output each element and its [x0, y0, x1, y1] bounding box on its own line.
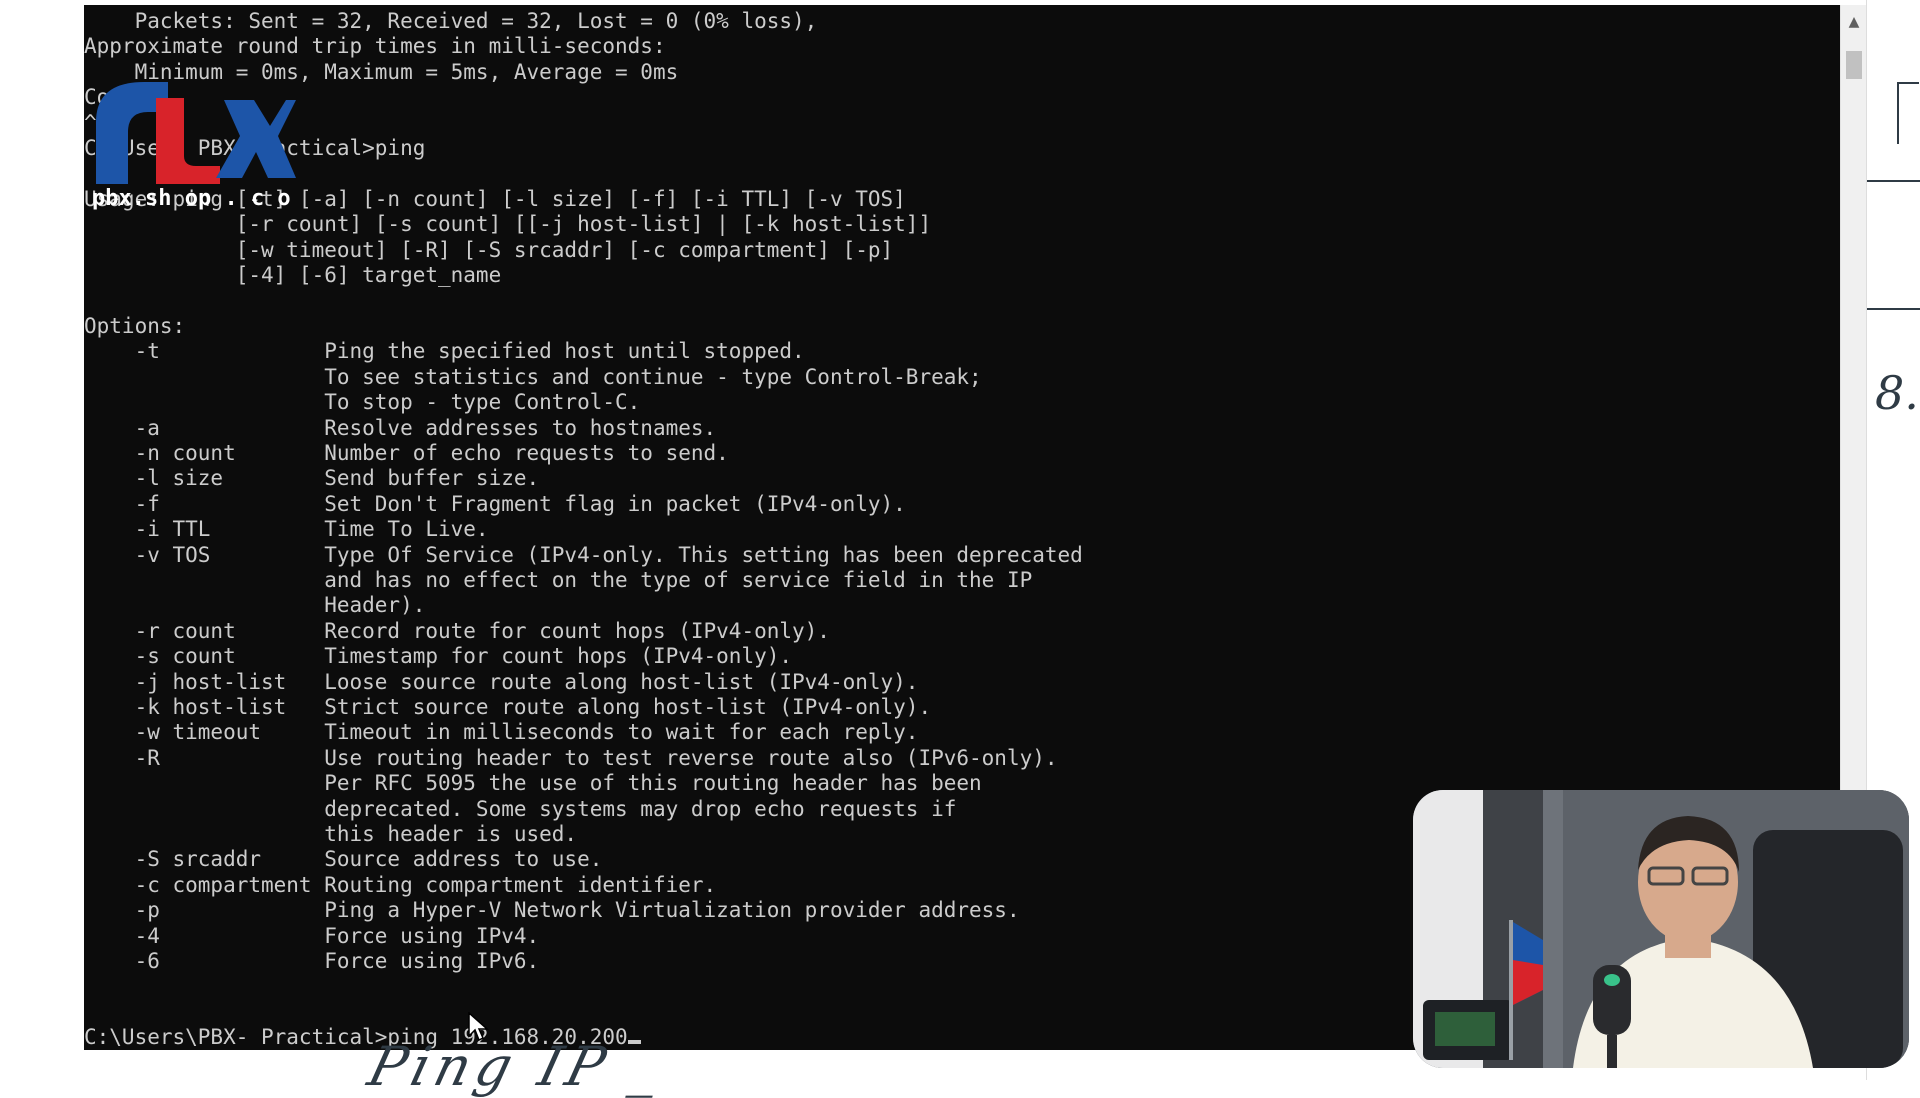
- terminal-line: this header is used.: [84, 822, 578, 846]
- terminal-line: [-w timeout] [-R] [-S srcaddr] [-c compa…: [84, 237, 894, 262]
- logo-icon: [96, 82, 296, 184]
- watermark-caption: pbx.sh op . c o: [92, 186, 291, 211]
- terminal-line: -l size Send buffer size.: [84, 466, 540, 491]
- whiteboard-line: [1867, 180, 1920, 182]
- terminal-line: -t Ping the specified host until stopped…: [84, 339, 805, 364]
- terminal-line: -6 Force using IPv6.: [84, 949, 540, 974]
- terminal-line: and has no effect on the type of service…: [84, 567, 1033, 592]
- scrollbar-thumb[interactable]: [1846, 51, 1862, 79]
- scroll-up-icon[interactable]: ▲: [1841, 9, 1867, 35]
- terminal-line: -k host-list Strict source route along h…: [84, 694, 932, 719]
- terminal-line: Approximate round trip times in milli-se…: [84, 34, 666, 59]
- terminal-line: -v TOS Type Of Service (IPv4-only. This …: [84, 542, 1083, 567]
- terminal-line: -p Ping a Hyper-V Network Virtualization…: [84, 898, 1020, 923]
- terminal-line: -n count Number of echo requests to send…: [84, 440, 729, 465]
- terminal-line: [-4] [-6] target_name: [84, 263, 502, 288]
- terminal-line: -S srcaddr Source address to use.: [84, 847, 603, 872]
- terminal-line: -r count Record route for count hops (IP…: [84, 618, 830, 643]
- terminal-line: -s count Timestamp for count hops (IPv4-…: [84, 644, 793, 669]
- terminal-line: -a Resolve addresses to hostnames.: [84, 415, 717, 440]
- mouse-pointer-icon: [468, 1012, 489, 1042]
- terminal-line: Per RFC 5095 the use of this routing hea…: [84, 771, 982, 796]
- terminal-line: -j host-list Loose source route along ho…: [84, 669, 919, 694]
- whiteboard-side-mark: 8.: [1875, 366, 1919, 420]
- presenter-video: [1413, 790, 1909, 1068]
- terminal-line: -4 Force using IPv4.: [84, 923, 540, 948]
- terminal-line: -f Set Don't Fragment flag in packet (IP…: [84, 491, 906, 516]
- whiteboard-handwriting: Ping IP _: [362, 1035, 674, 1098]
- terminal-line: -w timeout Timeout in milliseconds to wa…: [84, 720, 919, 745]
- terminal-line: To stop - type Control-C.: [84, 390, 641, 415]
- terminal-line: Options:: [84, 313, 186, 338]
- webcam-overlay: [1413, 790, 1909, 1068]
- terminal-line: Header).: [84, 593, 426, 618]
- terminal-line: Packets: Sent = 32, Received = 32, Lost …: [84, 9, 818, 33]
- terminal-line: -c compartment Routing compartment ident…: [84, 872, 717, 897]
- terminal-line: [-r count] [-s count] [[-j host-list] | …: [84, 212, 932, 237]
- terminal-line: -i TTL Time To Live.: [84, 517, 489, 542]
- terminal-line: deprecated. Some systems may drop echo r…: [84, 796, 957, 821]
- whiteboard-drawing: [1897, 82, 1919, 144]
- terminal-line: -R Use routing header to test reverse ro…: [84, 745, 1058, 770]
- terminal-line: To see statistics and continue - type Co…: [84, 364, 982, 389]
- whiteboard-line: [1867, 308, 1920, 310]
